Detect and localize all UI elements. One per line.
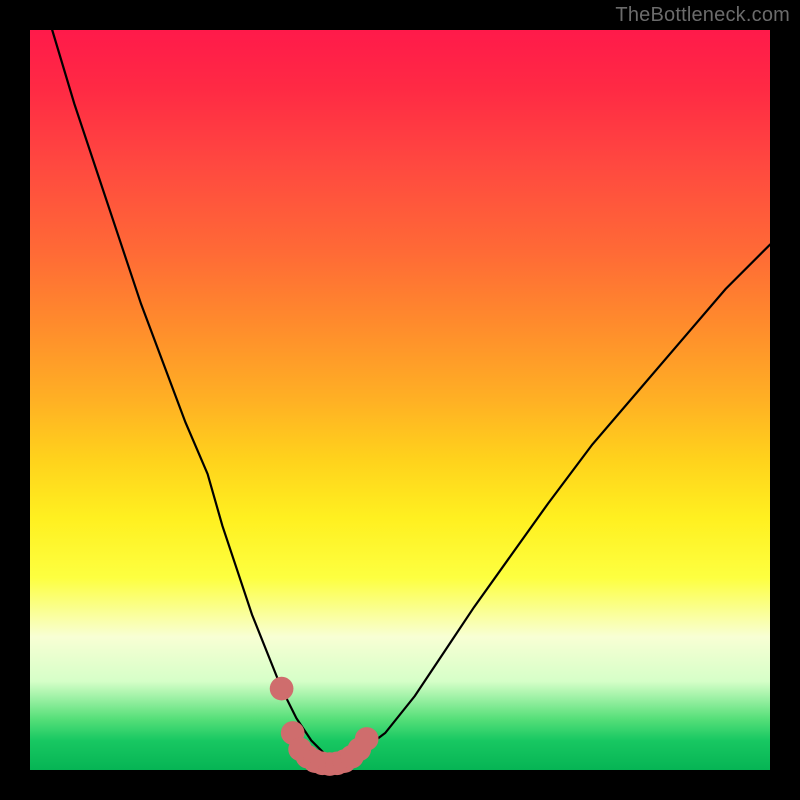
highlight-dot: [355, 727, 379, 751]
highlight-dot: [270, 677, 294, 701]
bottleneck-curve: [52, 30, 770, 763]
valley-highlight: [270, 677, 379, 776]
watermark-text: TheBottleneck.com: [615, 4, 790, 27]
chart-svg: [30, 30, 770, 770]
plot-area: [30, 30, 770, 770]
chart-frame: TheBottleneck.com: [0, 0, 800, 800]
